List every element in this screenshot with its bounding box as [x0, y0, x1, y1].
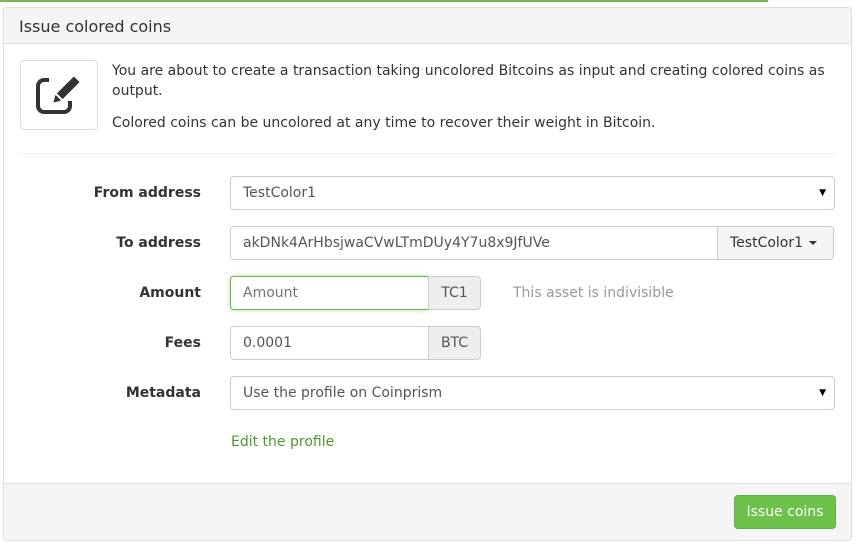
intro-line-2: Colored coins can be uncolored at any ti…: [112, 115, 656, 131]
fees-unit-addon: BTC: [428, 326, 481, 360]
divider: [19, 153, 836, 154]
fees-input[interactable]: 0.0001: [230, 326, 429, 360]
from-address-label: From address: [93, 185, 201, 201]
to-address-row: To address akDNk4ArHbsjwaCVwLTmDUy4Y7u8x…: [4, 226, 851, 260]
panel-footer: Issue coins: [4, 483, 851, 540]
to-address-dropdown-button[interactable]: TestColor1: [717, 226, 834, 260]
amount-row: Amount TC1 This asset is indivisible: [4, 276, 851, 310]
amount-unit-addon: TC1: [428, 276, 481, 310]
intro-text: You are about to create a transaction ta…: [112, 61, 832, 145]
amount-input[interactable]: [230, 276, 429, 310]
panel-title: Issue colored coins: [4, 8, 851, 44]
select-arrow-icon: ▼: [819, 188, 826, 198]
to-address-value: akDNk4ArHbsjwaCVwLTmDUy4Y7u8x9JfUVe: [243, 235, 550, 251]
fees-value: 0.0001: [243, 335, 292, 351]
amount-label: Amount: [139, 285, 201, 301]
fees-label: Fees: [164, 335, 201, 351]
to-address-input[interactable]: akDNk4ArHbsjwaCVwLTmDUy4Y7u8x9JfUVe: [230, 226, 718, 260]
from-address-select[interactable]: TestColor1 ▼: [230, 176, 835, 210]
metadata-row: Metadata Use the profile on Coinprism ▼: [4, 376, 851, 410]
intro-line-1: You are about to create a transaction ta…: [112, 63, 825, 99]
issue-panel: Issue colored coins You are about to cre…: [3, 7, 852, 541]
metadata-value: Use the profile on Coinprism: [243, 385, 443, 401]
edit-icon: [36, 76, 80, 114]
edit-profile-link[interactable]: Edit the profile: [231, 434, 334, 450]
caret-down-icon: [809, 241, 818, 245]
from-address-value: TestColor1: [243, 185, 317, 201]
top-accent-line: [0, 0, 768, 2]
metadata-select[interactable]: Use the profile on Coinprism ▼: [230, 376, 835, 410]
to-address-label: To address: [116, 235, 201, 251]
select-arrow-icon: ▼: [819, 388, 826, 398]
issue-coins-button[interactable]: Issue coins: [734, 495, 836, 529]
to-address-dropdown-label: TestColor1: [730, 235, 804, 251]
intro-thumbnail: [20, 60, 98, 130]
amount-help-text: This asset is indivisible: [513, 285, 674, 301]
metadata-label: Metadata: [125, 385, 201, 401]
fees-row: Fees 0.0001 BTC: [4, 326, 851, 360]
from-address-row: From address TestColor1 ▼: [4, 176, 851, 210]
